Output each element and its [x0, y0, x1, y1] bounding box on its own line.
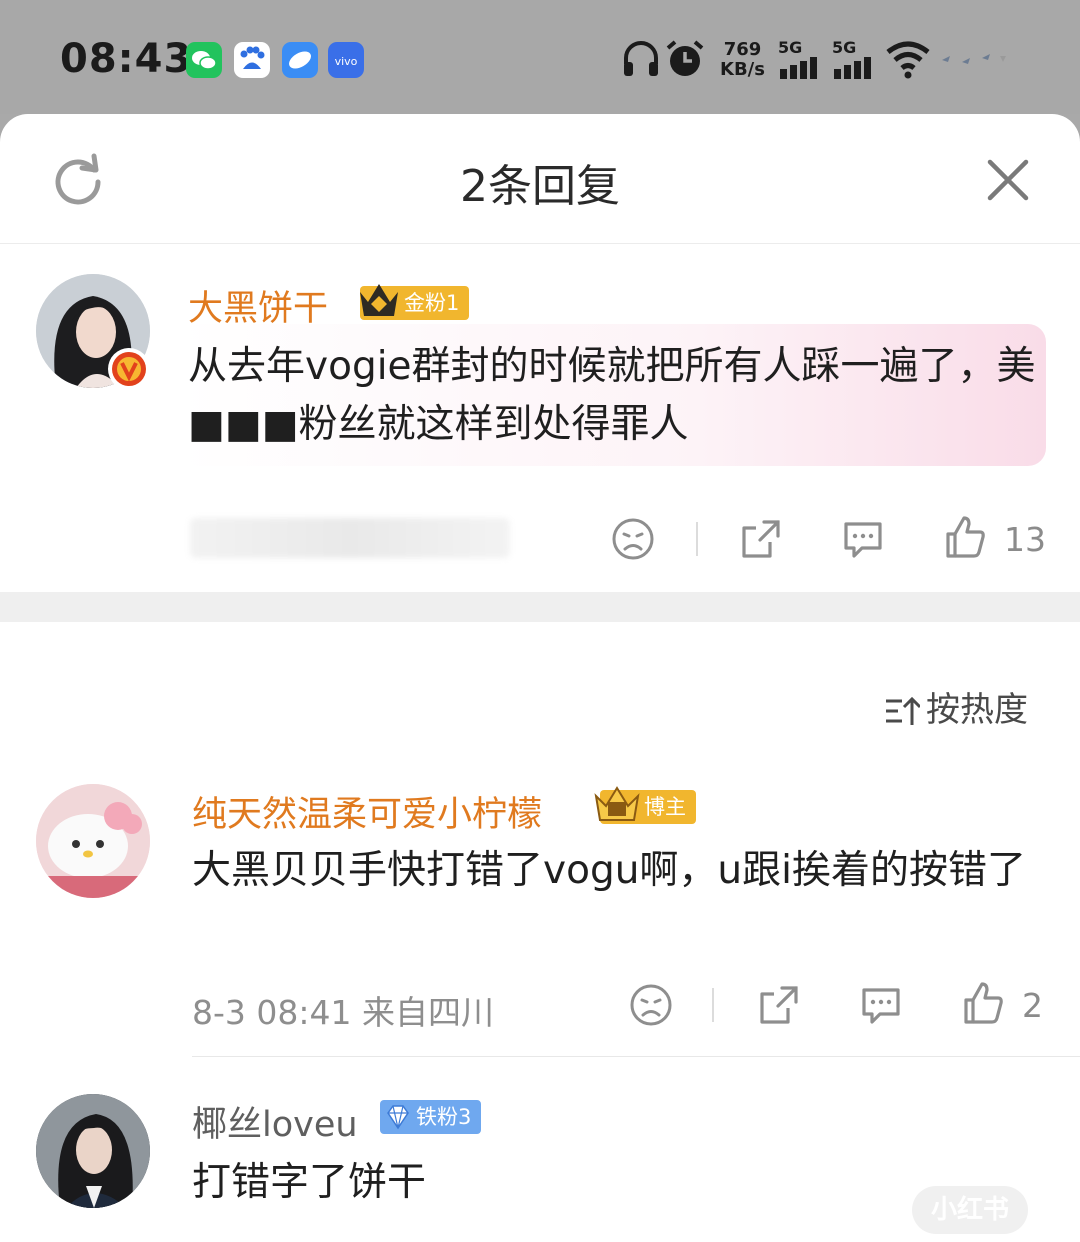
- username[interactable]: 纯天然温柔可爱小柠檬: [192, 786, 542, 837]
- iron-fan-badge: 铁粉3: [380, 1100, 482, 1134]
- network-type: 5G: [778, 38, 803, 57]
- alarm-icon: [666, 40, 704, 76]
- blurred-meta: [190, 518, 510, 558]
- status-time: 08:43: [60, 36, 193, 82]
- svg-text:vivo: vivo: [335, 55, 358, 68]
- page-title: 2条回复: [460, 161, 620, 212]
- comment-text: 从去年vogie群封的时候就把所有人踩一遍了，美■■■粉丝就这样到处得罪人: [188, 344, 1036, 447]
- like-count: 2: [1022, 986, 1043, 1025]
- browser-icon: [282, 42, 318, 78]
- dislike-icon[interactable]: [628, 982, 674, 1028]
- crown-icon: [360, 284, 398, 316]
- like-count: 13: [1004, 520, 1046, 559]
- network-type: 5G: [832, 38, 857, 57]
- badge-label: 博主: [644, 795, 686, 819]
- blogger-badge: 博主: [594, 786, 696, 824]
- share-icon[interactable]: [738, 516, 784, 562]
- comment-icon[interactable]: [858, 982, 904, 1028]
- sort-button[interactable]: 按热度: [884, 682, 1028, 731]
- signal-icon: [834, 57, 871, 79]
- birds-icon: [942, 54, 1006, 64]
- badge-label: 铁粉3: [416, 1105, 472, 1129]
- avatar[interactable]: [36, 784, 150, 898]
- avatar[interactable]: [36, 1094, 150, 1208]
- vivo-icon: vivo: [328, 42, 364, 78]
- signal-1: 5G: [778, 38, 824, 83]
- speed-unit: KB/s: [720, 59, 765, 80]
- watermark-logo: 小红书: [912, 1186, 1028, 1234]
- signal-2: 5G: [832, 38, 878, 83]
- divider: [712, 988, 714, 1022]
- badge-label: 金粉1: [404, 291, 460, 315]
- signal-icon: [780, 57, 817, 79]
- wechat-icon: [186, 42, 222, 78]
- gold-fan-badge: 金粉1: [360, 284, 470, 320]
- comment-icon[interactable]: [840, 516, 886, 562]
- divider: [696, 522, 698, 556]
- username[interactable]: 椰丝loveu: [192, 1096, 358, 1147]
- sheet-header: 2条回复: [0, 114, 1080, 244]
- reply-meta: 8-3 08:41 来自四川: [192, 993, 494, 1032]
- like-icon[interactable]: [942, 514, 988, 560]
- crown-icon: [594, 786, 640, 821]
- wifi-icon: [886, 41, 930, 79]
- baidu-icon: [234, 42, 270, 78]
- speed-value: 769: [723, 39, 762, 60]
- network-speed: 769 KB/s: [720, 40, 765, 80]
- sort-label: 按热度: [926, 690, 1028, 730]
- row-divider: [192, 1056, 1080, 1057]
- sort-icon: [886, 696, 922, 725]
- share-icon[interactable]: [756, 982, 802, 1028]
- like-icon[interactable]: [960, 980, 1006, 1026]
- reply-text: 大黑贝贝手快打错了vogu啊，u跟i挨着的按错了: [192, 848, 1026, 893]
- close-icon[interactable]: [982, 154, 1034, 206]
- status-bar: 08:43 vivo 769 KB/s 5G 5G: [0, 0, 1080, 114]
- comment-sheet: 2条回复 大黑饼干 金粉1 从去年vogie群封的时候就把所有人踩一遍了，美■■…: [0, 114, 1080, 1242]
- headphones-icon: [624, 41, 658, 76]
- section-gap: [0, 592, 1080, 622]
- diamond-icon: [387, 1105, 409, 1130]
- reply-text: 打错字了饼干: [192, 1160, 427, 1205]
- verified-badge-icon: [108, 348, 150, 390]
- dislike-icon[interactable]: [610, 516, 656, 562]
